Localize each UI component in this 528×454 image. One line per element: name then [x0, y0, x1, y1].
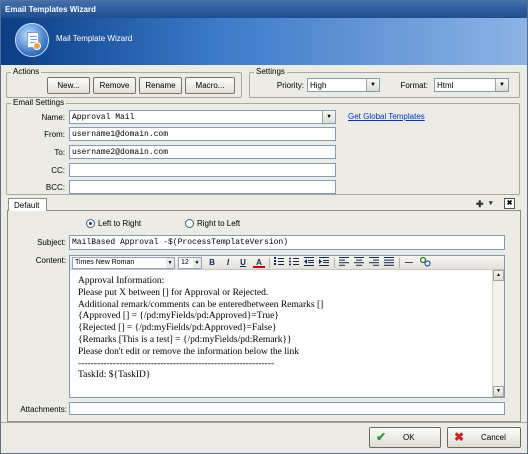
font-color-icon[interactable]: A: [253, 257, 265, 268]
bold-icon[interactable]: B: [206, 257, 218, 269]
left-to-right-label: Left to Right: [98, 219, 142, 228]
email-settings-legend: Email Settings: [11, 98, 67, 107]
bcc-field[interactable]: [69, 180, 336, 194]
content-line: {Rejected [] = {/pd:myFields/pd:Approved…: [78, 323, 277, 334]
cc-field[interactable]: [69, 163, 336, 177]
content-label: Content:: [35, 256, 66, 265]
scroll-down-icon[interactable]: ▼: [493, 386, 504, 397]
content-line: Please put X between [] for Approval or …: [78, 287, 269, 298]
cancel-x-icon: ✖: [454, 430, 465, 444]
ordered-list-icon[interactable]: [273, 257, 285, 269]
name-select[interactable]: Approval Mail ▼: [69, 110, 336, 124]
format-value: Html: [437, 81, 454, 90]
mail-template-icon: [15, 23, 49, 57]
add-tab-icon[interactable]: ✚: [476, 199, 484, 210]
editor-body[interactable]: Approval Information: Please put X betwe…: [78, 276, 488, 382]
font-size-value: 12: [181, 259, 189, 266]
content-editor[interactable]: Times New Roman ▼ 12 ▼ B I U A — Approva…: [69, 255, 505, 398]
checkmark-icon: ✔: [376, 430, 387, 444]
editor-scrollbar[interactable]: ▲ ▼: [492, 270, 504, 397]
remove-button[interactable]: Remove: [93, 77, 136, 94]
content-line: Approval Information:: [78, 276, 165, 286]
close-tab-icon[interactable]: ✖: [504, 198, 515, 209]
attachments-label: Attachments:: [20, 405, 67, 414]
settings-group: Settings Priority: High ▼ Format: Html ▼: [249, 67, 520, 98]
banner-title: Mail Template Wizard: [56, 34, 133, 43]
name-label: Name:: [41, 113, 65, 122]
content-line: Additional remark/comments can be entere…: [78, 299, 324, 310]
tab-menu-icon[interactable]: ▾: [489, 199, 493, 207]
actions-group: Actions New... Remove Rename Macro...: [6, 67, 242, 98]
unordered-list-icon[interactable]: [288, 257, 300, 269]
left-to-right-radio[interactable]: [86, 219, 95, 228]
subject-label: Subject:: [37, 238, 66, 247]
toolbar-separator: [334, 258, 335, 268]
chevron-down-icon[interactable]: ▼: [495, 79, 508, 91]
scroll-up-icon[interactable]: ▲: [493, 270, 504, 281]
indent-icon[interactable]: [318, 257, 330, 269]
subject-field[interactable]: MailBased Approval -$(ProcessTemplateVer…: [69, 235, 505, 250]
font-family-value: Times New Roman: [75, 259, 135, 266]
settings-legend: Settings: [254, 67, 287, 76]
window-title: Email Templates Wizard: [5, 5, 96, 14]
horizontal-rule-icon[interactable]: —: [403, 257, 415, 269]
underline-icon[interactable]: U: [237, 257, 249, 269]
title-bar: Email Templates Wizard: [1, 1, 527, 18]
right-to-left-radio[interactable]: [185, 219, 194, 228]
ok-button[interactable]: ✔ OK: [369, 427, 441, 448]
content-line: TaskId: ${TaskID}: [78, 370, 151, 381]
ok-label: OK: [403, 433, 415, 442]
email-settings-group: Email Settings Name: Approval Mail ▼ Get…: [6, 98, 520, 195]
attachments-field[interactable]: [69, 402, 505, 415]
align-right-icon[interactable]: [368, 257, 380, 269]
content-line: {Remarks [This is a test] = {/pd:myField…: [78, 334, 292, 345]
content-line: ----------------------------------------…: [78, 358, 275, 369]
priority-label: Priority:: [276, 81, 304, 90]
from-field[interactable]: username1@domain.com: [69, 127, 336, 141]
content-line: Please don't edit or remove the informat…: [78, 346, 299, 357]
priority-select[interactable]: High ▼: [307, 78, 380, 92]
italic-icon[interactable]: I: [222, 257, 234, 269]
cancel-button[interactable]: ✖ Cancel: [447, 427, 521, 448]
font-size-select[interactable]: 12 ▼: [178, 257, 202, 269]
actions-legend: Actions: [11, 67, 42, 76]
chevron-down-icon[interactable]: ▼: [166, 258, 174, 268]
justify-icon[interactable]: [383, 257, 395, 269]
right-to-left-label: Right to Left: [197, 219, 241, 228]
outdent-icon[interactable]: [303, 257, 315, 269]
chevron-down-icon[interactable]: ▼: [193, 258, 201, 268]
bcc-label: BCC:: [45, 183, 65, 192]
font-family-select[interactable]: Times New Roman ▼: [72, 257, 175, 269]
chevron-down-icon[interactable]: ▼: [366, 79, 379, 91]
get-global-templates-link[interactable]: Get Global Templates: [348, 112, 425, 121]
name-value: Approval Mail: [72, 113, 135, 122]
to-label: To:: [54, 148, 65, 157]
to-field[interactable]: username2@domain.com: [69, 145, 336, 159]
footer-divider: [1, 422, 527, 423]
tab-default-label: Default: [14, 201, 40, 210]
tab-default[interactable]: Default: [8, 198, 47, 211]
editor-toolbar: Times New Roman ▼ 12 ▼ B I U A —: [70, 256, 504, 270]
chevron-down-icon[interactable]: ▼: [322, 111, 335, 123]
macro-button[interactable]: Macro...: [185, 77, 235, 94]
insert-link-icon[interactable]: [419, 256, 431, 269]
rename-button[interactable]: Rename: [139, 77, 182, 94]
from-label: From:: [44, 130, 65, 139]
cancel-label: Cancel: [481, 433, 506, 442]
toolbar-separator: [269, 258, 270, 268]
format-label: Format:: [400, 81, 428, 90]
wizard-banner: Mail Template Wizard: [1, 18, 527, 65]
align-left-icon[interactable]: [338, 257, 350, 269]
format-select[interactable]: Html ▼: [434, 78, 509, 92]
new-button[interactable]: New...: [47, 77, 90, 94]
wizard-window: Email Templates Wizard Mail Template Wiz…: [0, 0, 528, 454]
align-center-icon[interactable]: [353, 257, 365, 269]
content-line: {Approved [] = {/pd:myFields/pd:Approved…: [78, 311, 279, 322]
toolbar-separator: [399, 258, 400, 268]
priority-value: High: [310, 81, 327, 90]
cc-label: CC:: [51, 166, 65, 175]
